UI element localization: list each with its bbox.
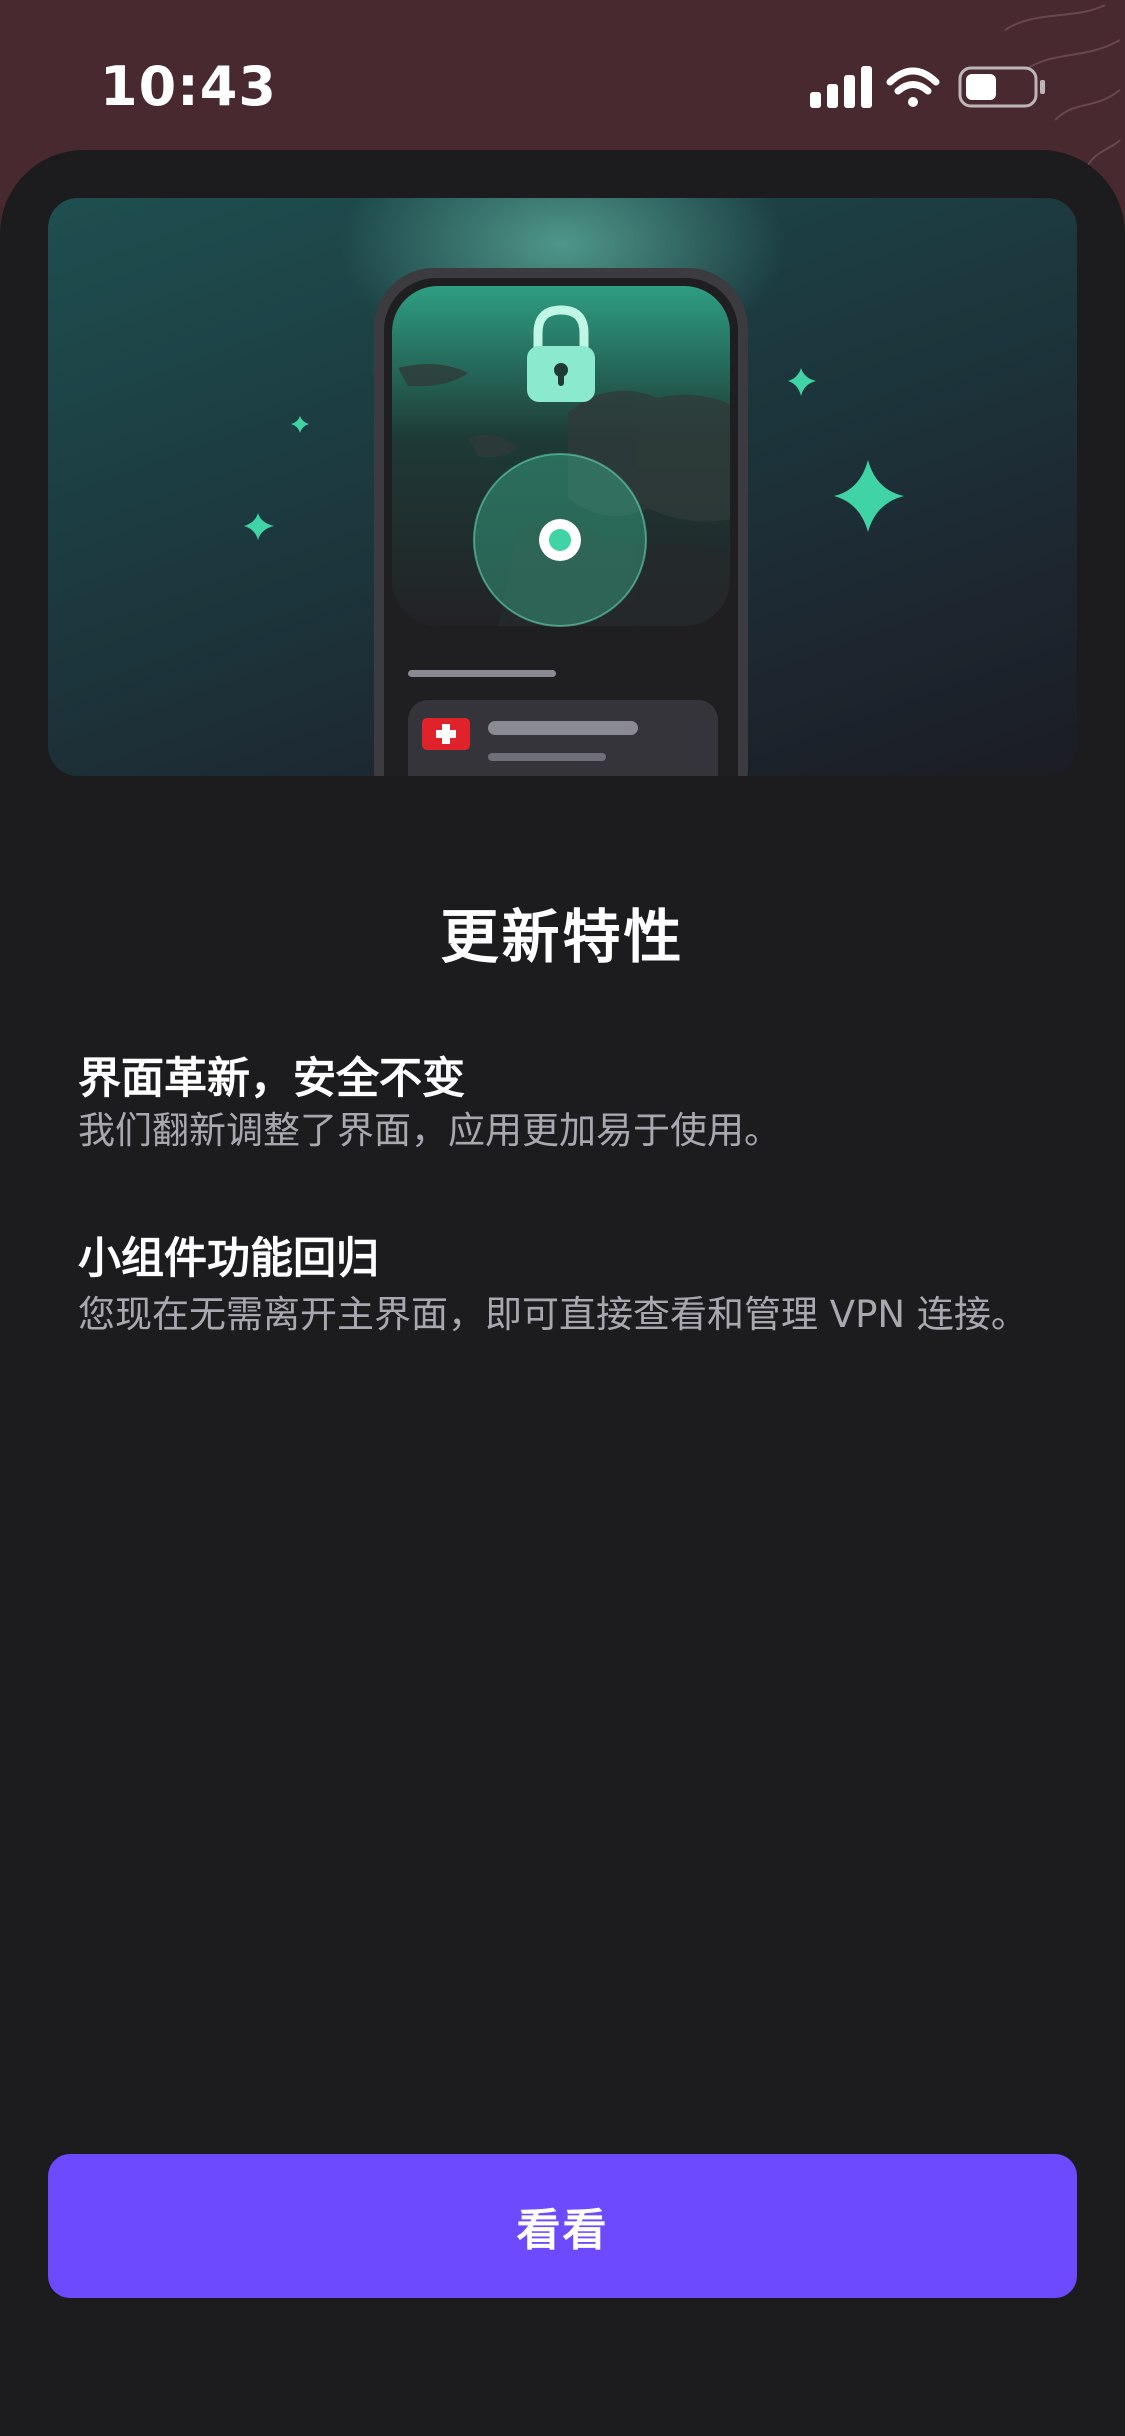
status-icons (810, 66, 1045, 108)
swiss-flag-icon (422, 718, 470, 750)
take-a-look-button[interactable]: 看看 (48, 2154, 1077, 2298)
battery-icon (958, 66, 1045, 108)
status-bar: 10:43 (0, 0, 1125, 171)
signal-icon (810, 66, 872, 108)
feature-description-widget: 您现在无需离开主界面，即可直接查看和管理 VPN 连接。 (78, 1293, 1028, 1336)
feature-description-redesign: 我们翻新调整了界面，应用更加易于使用。 (78, 1109, 781, 1152)
phone-mockup (374, 268, 748, 776)
status-time: 10:43 (100, 55, 277, 118)
hero-illustration (48, 198, 1077, 776)
feature-title-redesign: 界面革新，安全不变 (78, 1054, 465, 1104)
wifi-icon (886, 67, 940, 107)
location-pin-icon (539, 519, 581, 561)
page-title: 更新特性 (440, 903, 685, 971)
feature-title-widget: 小组件功能回归 (78, 1234, 379, 1284)
